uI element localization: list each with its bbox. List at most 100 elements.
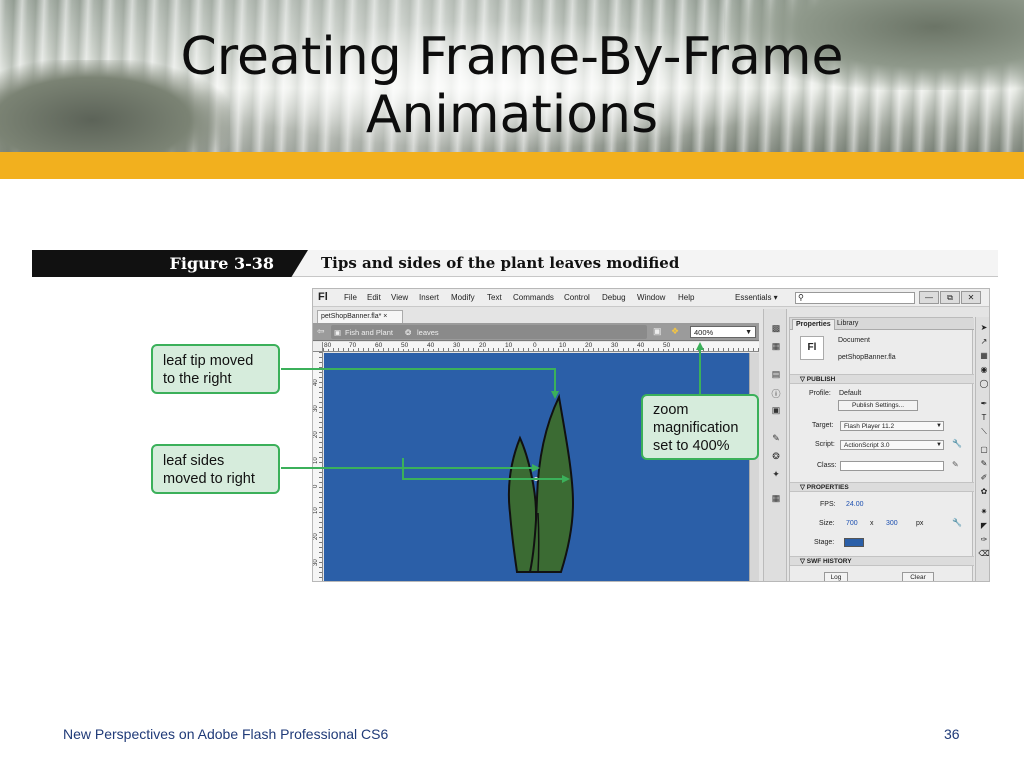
class-input[interactable] bbox=[840, 461, 944, 471]
paint-bucket-tool-icon[interactable]: ◤ bbox=[977, 521, 989, 533]
edit-symbols-icon[interactable]: ❖ bbox=[671, 326, 679, 337]
slide-title: Creating Frame-By-Frame Animations bbox=[0, 28, 1024, 144]
edit-class-pencil-icon[interactable]: ✎ bbox=[952, 460, 959, 469]
fps-value[interactable]: 24.00 bbox=[846, 501, 864, 508]
stage-width-value[interactable]: 700 bbox=[846, 520, 858, 527]
project-panel-icon[interactable]: ▦ bbox=[769, 493, 783, 505]
text-tool-icon[interactable]: T bbox=[977, 413, 989, 425]
ruler-corner bbox=[313, 342, 323, 352]
ruler-h-label: 20 bbox=[479, 342, 488, 349]
menu-window[interactable]: Window bbox=[637, 293, 665, 302]
leaf-right bbox=[528, 393, 575, 573]
menu-insert[interactable]: Insert bbox=[419, 293, 439, 302]
menu-debug[interactable]: Debug bbox=[602, 293, 626, 302]
brush-tool-icon[interactable]: ✐ bbox=[977, 473, 989, 485]
menu-edit[interactable]: Edit bbox=[367, 293, 381, 302]
script-label: Script: bbox=[815, 441, 835, 448]
section-publish[interactable]: ▽ PUBLISH bbox=[790, 374, 974, 384]
fps-label: FPS: bbox=[820, 501, 836, 508]
section-swf-history[interactable]: ▽ SWF HISTORY bbox=[790, 556, 974, 566]
code-snippets-icon[interactable]: ✎ bbox=[769, 433, 783, 445]
help-search-input[interactable]: ⚲ bbox=[795, 292, 915, 304]
eraser-tool-icon[interactable]: ⌫ bbox=[977, 549, 989, 561]
pencil-tool-icon[interactable]: ✎ bbox=[977, 459, 989, 471]
transform-panel-icon[interactable]: ▣ bbox=[769, 405, 783, 417]
stage-color-swatch[interactable] bbox=[844, 538, 864, 547]
tab-library[interactable]: Library bbox=[834, 319, 861, 330]
clear-button[interactable]: Clear bbox=[902, 572, 934, 581]
subselection-tool-icon[interactable]: ↗ bbox=[977, 337, 989, 349]
log-button[interactable]: Log bbox=[824, 572, 848, 581]
edit-scene-icon[interactable]: ▣ bbox=[653, 326, 662, 337]
publish-settings-button[interactable]: Publish Settings... bbox=[838, 400, 918, 411]
ruler-h-label: 80 bbox=[324, 342, 333, 349]
ruler-v-label: 10 bbox=[313, 507, 319, 514]
callout-zoom: zoom magnification set to 400% bbox=[641, 394, 759, 460]
target-select[interactable]: Flash Player 11.2 ▼ bbox=[840, 421, 944, 431]
size-settings-wrench-icon[interactable]: 🔧 bbox=[952, 518, 962, 527]
script-select[interactable]: ActionScript 3.0 ▼ bbox=[840, 440, 944, 450]
color-panel-icon[interactable]: ▩ bbox=[769, 323, 783, 335]
eyedropper-tool-icon[interactable]: ✑ bbox=[977, 535, 989, 547]
figure-caption: Tips and sides of the plant leaves modif… bbox=[321, 254, 680, 272]
document-tab[interactable]: petShopBanner.fla* × bbox=[317, 310, 403, 323]
section-properties[interactable]: ▽ PROPERTIES bbox=[790, 482, 974, 492]
ruler-v-label: 40 bbox=[313, 379, 319, 386]
workspace-switcher[interactable]: Essentials ▾ bbox=[735, 293, 778, 302]
chevron-down-icon: ▼ bbox=[936, 423, 942, 429]
script-settings-wrench-icon[interactable]: 🔧 bbox=[952, 439, 962, 448]
footer-page-number: 36 bbox=[944, 726, 960, 742]
swatches-panel-icon[interactable]: ▦ bbox=[769, 341, 783, 353]
back-arrow-icon[interactable]: ⇦ bbox=[317, 326, 325, 337]
leaf-center-crease bbox=[537, 512, 540, 573]
menu-text[interactable]: Text bbox=[487, 293, 502, 302]
stage-height-value[interactable]: 300 bbox=[886, 520, 898, 527]
3d-rotation-tool-icon[interactable]: ◉ bbox=[977, 365, 989, 377]
lasso-tool-icon[interactable]: ◯ bbox=[977, 379, 989, 391]
ruler-v-label: 20 bbox=[313, 533, 319, 540]
bone-tool-icon[interactable]: ✷ bbox=[977, 507, 989, 519]
callout-leaf-sides-line1: leaf sides bbox=[163, 453, 225, 469]
restore-button[interactable]: ⧉ bbox=[940, 291, 960, 304]
line-tool-icon[interactable]: ⟍ bbox=[977, 427, 989, 439]
tab-properties[interactable]: Properties bbox=[792, 319, 835, 330]
class-label: Class: bbox=[817, 462, 837, 469]
footer-course-title: New Perspectives on Adobe Flash Professi… bbox=[63, 726, 389, 742]
info-panel-icon[interactable]: ⓘ bbox=[769, 387, 783, 399]
figure-caption-bar: Figure 3-38 Tips and sides of the plant … bbox=[32, 250, 998, 277]
motion-presets-icon[interactable]: ✦ bbox=[769, 469, 783, 481]
breadcrumb: ▣ Fish and Plant ❂ leaves bbox=[331, 325, 647, 339]
ruler-h-label: 20 bbox=[585, 342, 594, 349]
document-icon: Fl bbox=[800, 336, 824, 360]
target-value: Flash Player 11.2 bbox=[844, 423, 895, 430]
menu-help[interactable]: Help bbox=[678, 293, 694, 302]
zoom-select[interactable]: 400% ▼ bbox=[690, 326, 756, 338]
stage-canvas[interactable] bbox=[324, 353, 749, 581]
doc-name: petShopBanner.fla bbox=[838, 354, 896, 361]
ruler-h-label: 40 bbox=[427, 342, 436, 349]
pen-tool-icon[interactable]: ✒ bbox=[977, 399, 989, 411]
menu-commands[interactable]: Commands bbox=[513, 293, 554, 302]
deco-tool-icon[interactable]: ✿ bbox=[977, 487, 989, 499]
menu-view[interactable]: View bbox=[391, 293, 408, 302]
menu-file[interactable]: File bbox=[344, 293, 357, 302]
free-transform-tool-icon[interactable]: ▦ bbox=[977, 351, 989, 363]
ruler-v-label: 30 bbox=[313, 405, 319, 412]
close-button[interactable]: ✕ bbox=[961, 291, 981, 304]
ruler-h-label: 70 bbox=[349, 342, 358, 349]
breadcrumb-symbol[interactable]: leaves bbox=[417, 328, 439, 337]
ruler-h-label: 10 bbox=[559, 342, 568, 349]
components-icon[interactable]: ❂ bbox=[769, 451, 783, 463]
align-panel-icon[interactable]: ▤ bbox=[769, 369, 783, 381]
callout-leaf-tip: leaf tip moved to the right bbox=[151, 344, 280, 394]
profile-label: Profile: bbox=[809, 390, 831, 397]
minimize-button[interactable]: — bbox=[919, 291, 939, 304]
zoom-value: 400% bbox=[694, 328, 714, 337]
menu-control[interactable]: Control bbox=[564, 293, 590, 302]
menu-modify[interactable]: Modify bbox=[451, 293, 475, 302]
selection-tool-icon[interactable]: ➤ bbox=[977, 323, 989, 335]
stage-scrollbar[interactable] bbox=[749, 353, 759, 581]
rectangle-tool-icon[interactable]: ▢ bbox=[977, 445, 989, 457]
ruler-v-label: 10 bbox=[313, 457, 319, 464]
breadcrumb-scene[interactable]: Fish and Plant bbox=[345, 328, 393, 337]
